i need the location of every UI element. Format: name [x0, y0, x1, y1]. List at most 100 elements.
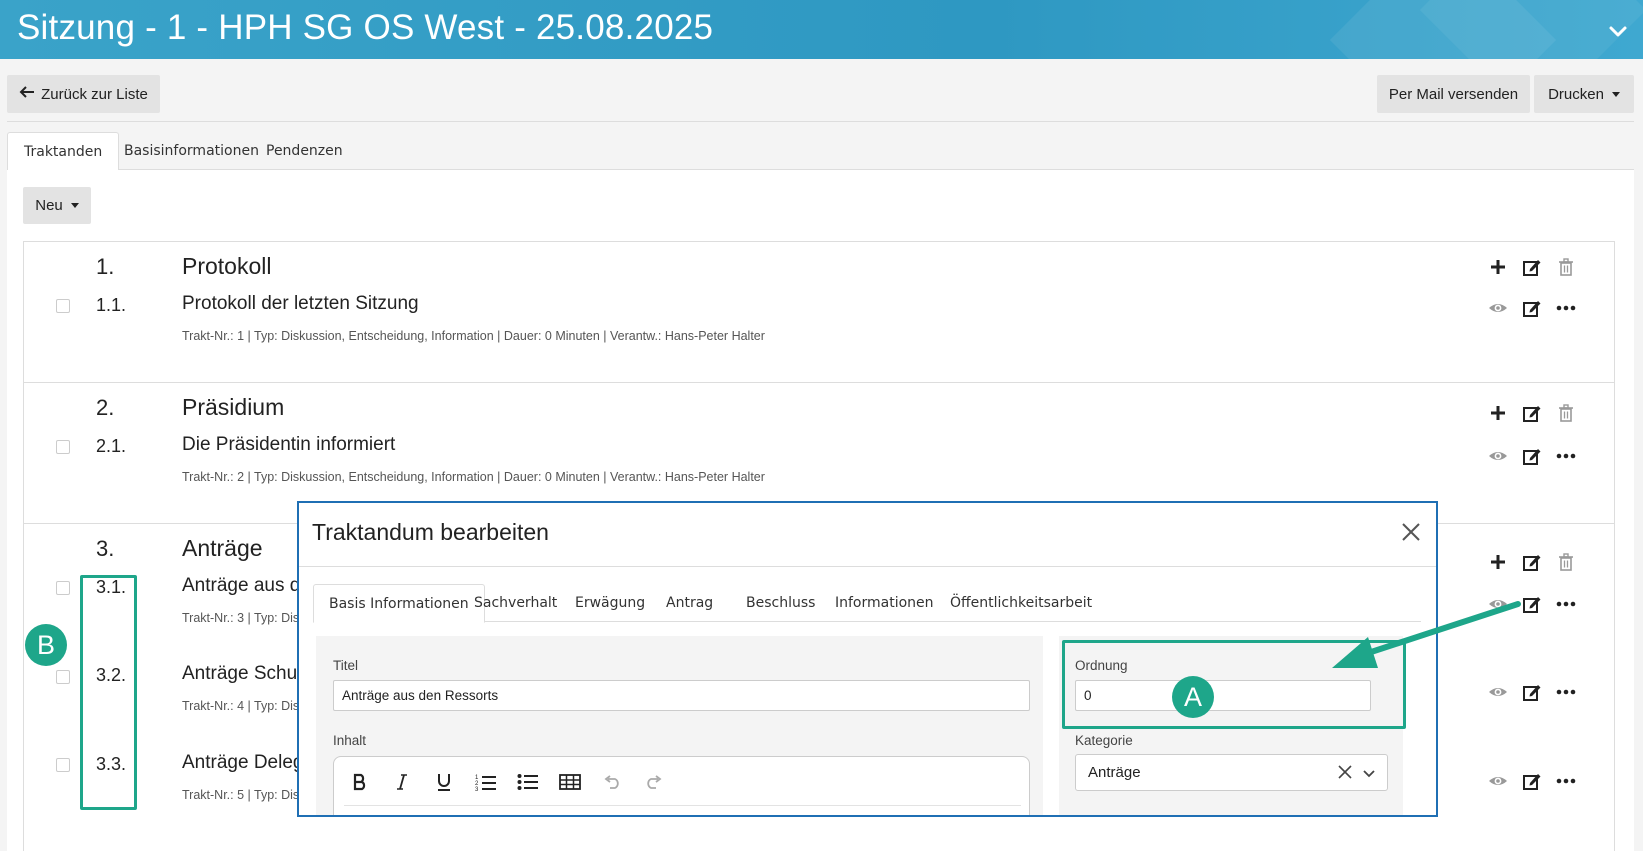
inhalt-label: Inhalt [333, 733, 367, 748]
item-checkbox[interactable] [56, 299, 70, 313]
send-mail-label: Per Mail versenden [1388, 85, 1519, 103]
more-icon[interactable] [1556, 298, 1576, 318]
highlight-box-numbers [80, 575, 137, 810]
form-panel-main: Titel Anträge aus den Ressorts Inhalt 12… [316, 636, 1043, 815]
kategorie-select[interactable]: Anträge [1075, 754, 1388, 791]
item-number: 1.1. [96, 295, 127, 315]
item-checkbox[interactable] [56, 670, 70, 684]
modal-tabs: Basis Informationen Sachverhalt Erwägung… [313, 584, 1421, 623]
more-icon[interactable] [1556, 594, 1576, 614]
tab-pendenzen[interactable]: Pendenzen [250, 132, 359, 170]
item-meta: Trakt-Nr.: 4 | Typ: Dis [182, 699, 300, 713]
section-title: Anträge [182, 535, 263, 561]
edit-icon[interactable] [1522, 446, 1542, 466]
edit-icon[interactable] [1522, 594, 1542, 614]
eye-icon[interactable] [1488, 682, 1508, 702]
main-tabs: Traktanden Basisinformationen Pendenzen [7, 132, 1634, 171]
eye-icon[interactable] [1488, 771, 1508, 791]
close-icon[interactable] [1400, 521, 1422, 543]
more-icon[interactable] [1556, 771, 1576, 791]
table-icon[interactable] [558, 771, 582, 793]
bullet-list-icon[interactable] [516, 771, 540, 793]
plus-icon[interactable] [1488, 257, 1508, 277]
item-title: Anträge aus d [182, 575, 301, 596]
chevron-down-icon[interactable] [1607, 20, 1629, 42]
titel-input[interactable]: Anträge aus den Ressorts [333, 680, 1030, 711]
print-dropdown-button[interactable]: Drucken [1534, 75, 1634, 113]
item-title: Anträge Schul [182, 663, 302, 684]
agenda-section: 1. Protokoll 1.1. Protokoll der letzten … [24, 242, 1614, 383]
tab-beschluss[interactable]: Beschluss [731, 584, 830, 622]
trash-icon[interactable] [1556, 552, 1576, 572]
svg-text:3: 3 [475, 787, 479, 791]
eye-icon[interactable] [1488, 594, 1508, 614]
item-meta: Trakt-Nr.: 1 | Typ: Diskussion, Entschei… [182, 329, 765, 343]
new-dropdown-button[interactable]: Neu [23, 187, 91, 224]
item-title: Protokoll der letzten Sitzung [182, 293, 419, 314]
underline-icon[interactable] [432, 771, 456, 793]
italic-icon[interactable] [390, 771, 414, 793]
more-icon[interactable] [1556, 446, 1576, 466]
edit-icon[interactable] [1522, 552, 1542, 572]
tab-antrag[interactable]: Antrag [651, 584, 728, 622]
titel-label: Titel [333, 658, 359, 673]
clear-icon[interactable] [1337, 764, 1353, 780]
section-title: Protokoll [182, 253, 272, 279]
trash-icon[interactable] [1556, 257, 1576, 277]
item-title: Die Präsidentin informiert [182, 434, 396, 455]
eye-icon[interactable] [1488, 446, 1508, 466]
editor-toolbar: 123 [348, 771, 666, 793]
chevron-down-icon[interactable] [1361, 765, 1377, 781]
trash-icon[interactable] [1556, 403, 1576, 423]
edit-icon[interactable] [1522, 298, 1542, 318]
more-icon[interactable] [1556, 682, 1576, 702]
modal-divider [299, 566, 1436, 567]
kategorie-label: Kategorie [1075, 733, 1133, 748]
back-to-list-label: Zurück zur Liste [41, 85, 148, 103]
item-number: 2.1. [96, 436, 127, 456]
caret-down-icon [70, 203, 79, 208]
tab-erwaegung[interactable]: Erwägung [560, 584, 660, 622]
tab-traktanden[interactable]: Traktanden [7, 132, 120, 171]
undo-icon[interactable] [600, 771, 624, 793]
bold-icon[interactable] [348, 771, 372, 793]
item-checkbox[interactable] [56, 758, 70, 772]
modal-title: Traktandum bearbeiten [312, 519, 549, 545]
item-meta: Trakt-Nr.: 5 | Typ: Dis [182, 788, 300, 802]
edit-icon[interactable] [1522, 682, 1542, 702]
annotation-badge-a: A [1172, 676, 1214, 718]
edit-icon[interactable] [1522, 257, 1542, 277]
item-actions [1488, 594, 1576, 614]
plus-icon[interactable] [1488, 552, 1508, 572]
edit-icon[interactable] [1522, 403, 1542, 423]
tab-oeffentlichkeitsarbeit[interactable]: Öffentlichkeitsarbeit [935, 584, 1107, 622]
ordered-list-icon[interactable]: 123 [474, 771, 498, 793]
item-actions [1488, 771, 1576, 791]
item-actions [1488, 298, 1576, 318]
tab-sachverhalt[interactable]: Sachverhalt [459, 584, 572, 622]
section-number: 1. [96, 254, 115, 279]
item-meta: Trakt-Nr.: 3 | Typ: Dis [182, 611, 300, 625]
item-title: Anträge Deleg [182, 752, 304, 773]
page-title: Sitzung - 1 - HPH SG OS West - 25.08.202… [17, 8, 714, 47]
eye-icon[interactable] [1488, 298, 1508, 318]
editor-toolbar-divider [344, 805, 1021, 806]
edit-icon[interactable] [1522, 771, 1542, 791]
send-mail-button[interactable]: Per Mail versenden [1377, 75, 1530, 113]
item-checkbox[interactable] [56, 581, 70, 595]
back-to-list-button[interactable]: Zurück zur Liste [7, 75, 160, 113]
caret-down-icon [1611, 91, 1620, 97]
redo-icon[interactable] [642, 771, 666, 793]
plus-icon[interactable] [1488, 403, 1508, 423]
section-number: 3. [96, 536, 115, 561]
section-title: Präsidium [182, 394, 285, 420]
section-actions [1488, 403, 1576, 423]
kategorie-selected-value: Anträge [1088, 764, 1141, 781]
highlight-box-ordnung [1062, 640, 1406, 729]
item-checkbox[interactable] [56, 440, 70, 454]
tab-informationen[interactable]: Informationen [820, 584, 949, 622]
section-number: 2. [96, 395, 115, 420]
inhalt-rich-text-editor[interactable]: 123 [333, 756, 1030, 815]
section-actions [1488, 552, 1576, 572]
new-label: Neu [35, 197, 63, 214]
